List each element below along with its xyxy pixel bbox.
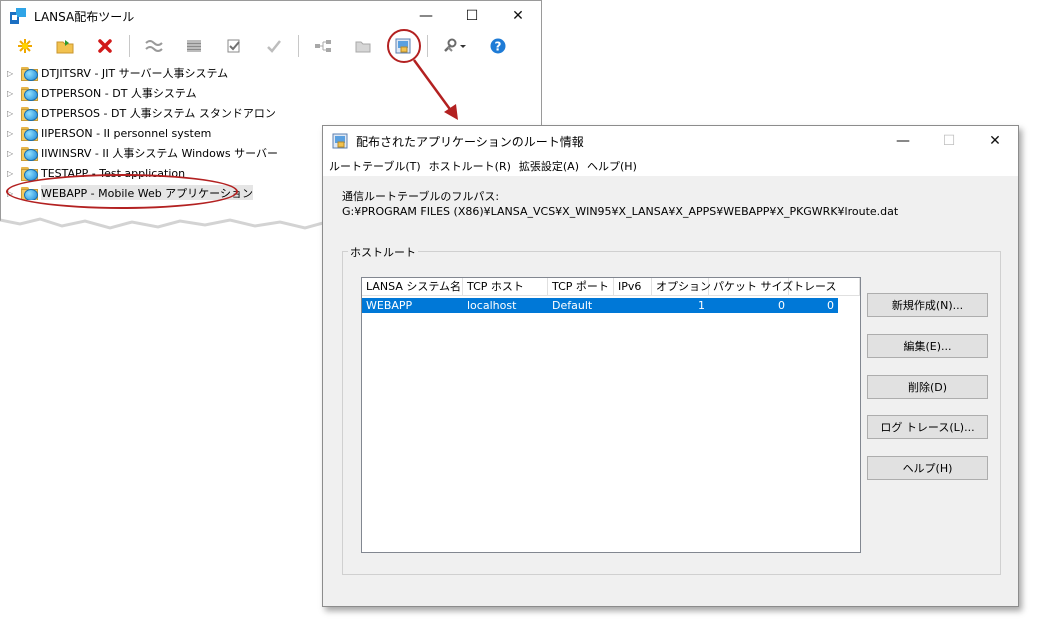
menu-help[interactable]: ヘルプ(H) xyxy=(587,158,637,174)
folder-icon[interactable] xyxy=(351,34,375,58)
expand-arrow-icon[interactable]: ▷ xyxy=(7,69,17,78)
callout-arrow xyxy=(412,59,458,120)
list-header: LANSA システム名 TCP ホスト TCP ポート IPv6 オプション パ… xyxy=(362,278,860,296)
webapp-item-highlight xyxy=(6,174,238,209)
tree-item-label: DTPERSON - DT 人事システム xyxy=(41,87,197,100)
delete-button[interactable]: 削除(D) xyxy=(867,375,988,399)
cell-system-name: WEBAPP xyxy=(366,299,413,312)
toolbar-separator xyxy=(427,35,428,57)
tree-item-label: DTJITSRV - JIT サーバー人事システム xyxy=(41,67,229,80)
svg-text:?: ? xyxy=(495,40,502,54)
folder-globe-icon xyxy=(21,126,38,141)
lansa-app-icon xyxy=(10,8,26,24)
column-header-trace[interactable]: トレース xyxy=(789,278,860,295)
compare-icon[interactable] xyxy=(142,34,166,58)
cell-option: 1 xyxy=(698,299,705,312)
dialog-titlebar: 配布されたアプリケーションのルート情報 — ☐ ✕ xyxy=(323,126,1018,156)
expand-arrow-icon[interactable]: ▷ xyxy=(7,129,17,138)
menu-host-route[interactable]: ホストルート(R) xyxy=(429,158,511,174)
column-header-ipv6[interactable]: IPv6 xyxy=(614,278,652,295)
folder-globe-icon xyxy=(21,66,38,81)
tree-item-label: IIPERSON - II personnel system xyxy=(41,126,212,140)
column-header-system-name[interactable]: LANSA システム名 xyxy=(362,278,463,295)
folder-globe-icon xyxy=(21,106,38,121)
folder-globe-icon xyxy=(21,146,38,161)
column-header-tcp-port[interactable]: TCP ポート xyxy=(548,278,614,295)
host-route-group: ホストルート LANSA システム名 TCP ホスト TCP ポート IPv6 … xyxy=(342,244,1001,575)
dialog-menubar: ルートテーブル(T) ホストルート(R) 拡張設定(A) ヘルプ(H) xyxy=(323,156,1018,176)
maximize-button[interactable]: ☐ xyxy=(449,1,495,31)
toolbar-separator xyxy=(129,35,130,57)
route-info-dialog: 配布されたアプリケーションのルート情報 — ☐ ✕ ルートテーブル(T) ホスト… xyxy=(322,125,1019,607)
list-icon[interactable] xyxy=(182,34,206,58)
menu-route-table[interactable]: ルートテーブル(T) xyxy=(329,158,421,174)
route-info-icon xyxy=(332,133,348,149)
route-table-path-label: 通信ルートテーブルのフルパス: xyxy=(342,190,500,203)
tree-item-label: IIWINSRV - II 人事システム Windows サーバー xyxy=(41,147,278,160)
column-header-tcp-host[interactable]: TCP ホスト xyxy=(463,278,548,295)
menu-advanced-settings[interactable]: 拡張設定(A) xyxy=(519,158,579,174)
cell-trace: 0 xyxy=(827,299,834,312)
main-titlebar: LANSA配布ツール — ☐ ✕ xyxy=(1,1,541,31)
table-row[interactable]: WEBAPP localhost Default 1 0 0 xyxy=(362,298,838,313)
tree-icon[interactable] xyxy=(311,34,335,58)
toolbar-separator xyxy=(298,35,299,57)
help-button[interactable]: ヘルプ(H) xyxy=(867,456,988,480)
expand-arrow-icon[interactable]: ▷ xyxy=(7,149,17,158)
cell-packet-size: 0 xyxy=(778,299,785,312)
host-route-list[interactable]: LANSA システム名 TCP ホスト TCP ポート IPv6 オプション パ… xyxy=(361,277,861,553)
new-star-icon[interactable] xyxy=(13,34,37,58)
cell-ipv6 xyxy=(614,298,652,313)
host-route-group-label: ホストルート xyxy=(348,244,418,260)
column-header-packet-size[interactable]: パケット サイズ xyxy=(709,278,793,295)
minimize-button[interactable]: — xyxy=(403,1,449,31)
route-table-path-value: G:¥PROGRAM FILES (X86)¥LANSA_VCS¥X_WIN95… xyxy=(342,205,899,218)
cell-tcp-host: localhost xyxy=(467,299,517,312)
cell-tcp-port: Default xyxy=(552,299,593,312)
tree-item-label: DTPERSOS - DT 人事システム スタンドアロン xyxy=(41,107,276,120)
new-button[interactable]: 新規作成(N)... xyxy=(867,293,988,317)
expand-arrow-icon[interactable]: ▷ xyxy=(7,109,17,118)
close-button[interactable]: ✕ xyxy=(495,1,541,31)
dialog-close-button[interactable]: ✕ xyxy=(972,126,1018,156)
tools-icon[interactable] xyxy=(440,34,470,58)
edit-button[interactable]: 編集(E)... xyxy=(867,334,988,358)
dialog-maximize-button: ☐ xyxy=(942,133,956,149)
delete-x-icon[interactable] xyxy=(93,34,117,58)
log-trace-button[interactable]: ログ トレース(L)... xyxy=(867,415,988,439)
expand-arrow-icon[interactable]: ▷ xyxy=(7,169,17,178)
dialog-title: 配布されたアプリケーションのルート情報 xyxy=(356,134,584,149)
dialog-minimize-button[interactable]: — xyxy=(880,126,926,156)
edit-check-icon[interactable] xyxy=(222,34,246,58)
open-folder-icon[interactable] xyxy=(53,34,77,58)
folder-globe-icon xyxy=(21,86,38,101)
column-header-option[interactable]: オプション xyxy=(652,278,711,295)
help-icon[interactable]: ? xyxy=(486,34,510,58)
expand-arrow-icon[interactable]: ▷ xyxy=(7,89,17,98)
main-window-title: LANSA配布ツール xyxy=(34,9,135,24)
folder-globe-icon xyxy=(21,166,38,181)
checkmark-icon[interactable] xyxy=(262,34,286,58)
